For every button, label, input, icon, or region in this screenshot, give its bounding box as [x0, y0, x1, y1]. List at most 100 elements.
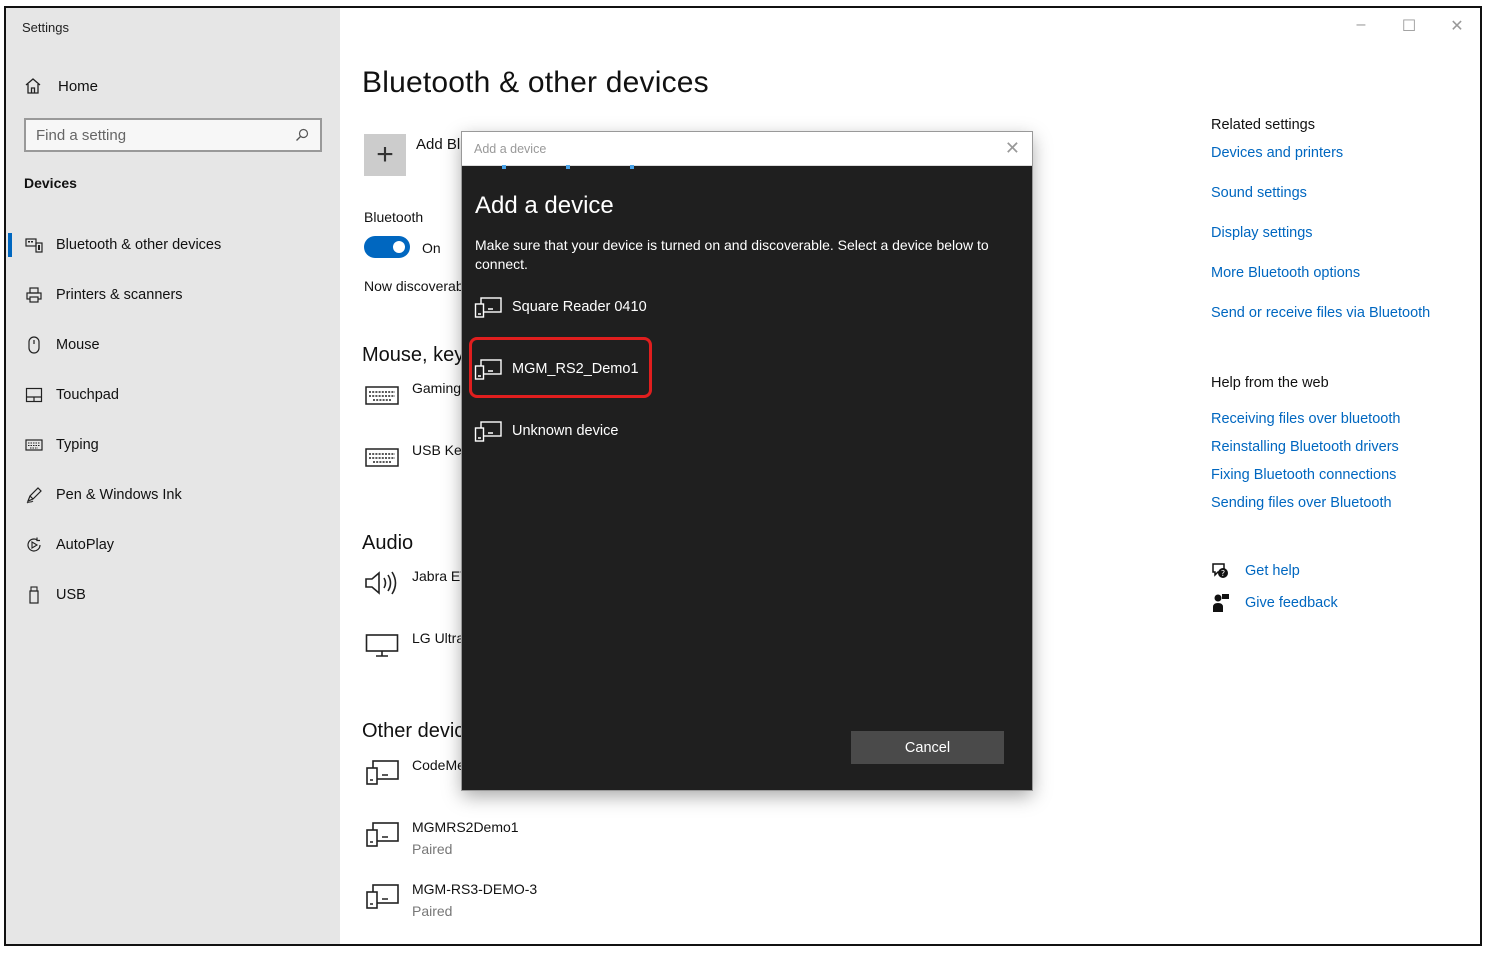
- device-row[interactable]: USB Key: [364, 442, 469, 472]
- sidebar-item-label: Bluetooth & other devices: [56, 237, 222, 253]
- sidebar-item-label: Pen & Windows Ink: [56, 487, 182, 503]
- sidebar-item-label: Mouse: [56, 337, 100, 353]
- monitor-icon: [364, 630, 400, 660]
- device-name: LG Ultra: [412, 630, 465, 646]
- add-device-dialog: Add a device ✕ Add a device Make sure th…: [462, 132, 1032, 790]
- device-icon: [474, 419, 502, 443]
- sidebar-item-autoplay[interactable]: AutoPlay: [6, 527, 340, 563]
- get-help-label: Get help: [1245, 563, 1300, 579]
- sidebar-item-bluetooth[interactable]: Bluetooth & other devices: [6, 227, 340, 263]
- device-row[interactable]: MGMRS2Demo1 Paired: [364, 819, 519, 857]
- sidebar-item-printers[interactable]: Printers & scanners: [6, 277, 340, 313]
- bluetooth-label: Bluetooth: [364, 209, 424, 225]
- device-name: MGM-RS3-DEMO-3: [412, 881, 538, 897]
- related-settings-heading: Related settings: [1211, 117, 1315, 133]
- device-row[interactable]: Jabra EV: [364, 568, 470, 598]
- progress-dots: [462, 165, 1032, 169]
- speaker-icon: [364, 568, 400, 598]
- dialog-device-item[interactable]: Square Reader 0410: [474, 292, 647, 322]
- device-row[interactable]: CodeMe: [364, 757, 465, 787]
- link-reinstalling-drivers[interactable]: Reinstalling Bluetooth drivers: [1211, 439, 1399, 455]
- search-box[interactable]: [24, 118, 322, 152]
- device-icon: [364, 881, 400, 911]
- page-title: Bluetooth & other devices: [362, 66, 709, 99]
- dialog-heading: Add a device: [475, 192, 614, 219]
- usb-icon: [24, 585, 44, 605]
- home-icon: [24, 77, 44, 95]
- sidebar-item-typing[interactable]: Typing: [6, 427, 340, 463]
- touchpad-icon: [24, 385, 44, 405]
- sidebar-item-label: Typing: [56, 437, 99, 453]
- sidebar-item-mouse[interactable]: Mouse: [6, 327, 340, 363]
- link-more-bluetooth-options[interactable]: More Bluetooth options: [1211, 265, 1360, 281]
- device-icon: [474, 295, 502, 319]
- nav-home-label: Home: [58, 77, 99, 95]
- link-fixing-connections[interactable]: Fixing Bluetooth connections: [1211, 467, 1396, 483]
- sidebar: Settings Home Devices Bluetooth & other …: [6, 8, 340, 944]
- autoplay-icon: [24, 535, 44, 555]
- device-status: Paired: [412, 841, 453, 857]
- printer-icon: [24, 285, 44, 305]
- bluetooth-toggle[interactable]: [364, 236, 410, 258]
- link-send-receive-files[interactable]: Send or receive files via Bluetooth: [1211, 305, 1430, 321]
- link-devices-and-printers[interactable]: Devices and printers: [1211, 145, 1343, 161]
- give-feedback-label: Give feedback: [1245, 595, 1338, 611]
- pen-icon: [24, 485, 44, 505]
- discoverable-text: Now discoverab: [364, 278, 464, 294]
- device-name: Jabra EV: [412, 568, 470, 584]
- app-title: Settings: [22, 20, 69, 35]
- get-help-link[interactable]: ? Get help: [1211, 561, 1300, 581]
- settings-window: Settings Home Devices Bluetooth & other …: [4, 6, 1482, 946]
- sidebar-item-label: USB: [56, 587, 86, 603]
- keyboard-icon: [24, 435, 44, 455]
- selection-highlight-box: [469, 337, 652, 398]
- dialog-device-item[interactable]: Unknown device: [474, 416, 618, 446]
- nav-home[interactable]: Home: [24, 74, 98, 98]
- sidebar-item-label: Printers & scanners: [56, 287, 183, 303]
- device-icon: [364, 757, 400, 787]
- keyboard-icon: [364, 380, 400, 410]
- device-status: Paired: [412, 903, 453, 919]
- give-feedback-link[interactable]: Give feedback: [1211, 593, 1338, 613]
- group-title-other-devices: Other devic: [362, 720, 465, 742]
- device-row[interactable]: Gaming: [364, 380, 461, 410]
- dialog-device-name: Unknown device: [512, 423, 619, 439]
- window-controls: – ☐ ✕: [1350, 16, 1468, 36]
- svg-text:?: ?: [1221, 569, 1225, 578]
- sidebar-item-label: AutoPlay: [56, 537, 115, 553]
- feedback-icon: [1211, 593, 1231, 613]
- group-title-audio: Audio: [362, 532, 414, 554]
- sidebar-item-label: Touchpad: [56, 387, 119, 403]
- bluetooth-devices-icon: [24, 235, 44, 255]
- device-name: Gaming: [412, 380, 462, 396]
- link-receiving-files[interactable]: Receiving files over bluetooth: [1211, 411, 1400, 427]
- help-heading: Help from the web: [1211, 375, 1329, 391]
- get-help-icon: ?: [1211, 561, 1231, 581]
- cancel-button[interactable]: Cancel: [851, 731, 1004, 764]
- link-sound-settings[interactable]: Sound settings: [1211, 185, 1307, 201]
- add-device-label[interactable]: Add Bl: [416, 136, 460, 153]
- sidebar-item-pen[interactable]: Pen & Windows Ink: [6, 477, 340, 513]
- dialog-description: Make sure that your device is turned on …: [475, 237, 989, 272]
- keyboard-icon: [364, 442, 400, 472]
- dialog-titlebar: Add a device ✕: [462, 132, 1032, 169]
- device-icon: [364, 819, 400, 849]
- link-display-settings[interactable]: Display settings: [1211, 225, 1313, 241]
- search-input[interactable]: [36, 126, 294, 144]
- dialog-window-title: Add a device: [474, 141, 547, 156]
- sidebar-item-touchpad[interactable]: Touchpad: [6, 377, 340, 413]
- maximize-button[interactable]: ☐: [1398, 16, 1420, 36]
- device-row[interactable]: MGM-RS3-DEMO-3 Paired: [364, 881, 537, 919]
- sidebar-item-usb[interactable]: USB: [6, 577, 340, 613]
- dialog-close-icon[interactable]: ✕: [1005, 138, 1020, 159]
- mouse-icon: [24, 335, 44, 355]
- group-title-mouse-keyboard: Mouse, key: [362, 344, 465, 366]
- device-name: USB Key: [412, 442, 469, 458]
- close-button[interactable]: ✕: [1446, 16, 1468, 36]
- search-icon[interactable]: [294, 127, 310, 143]
- minimize-button[interactable]: –: [1350, 16, 1372, 36]
- device-row[interactable]: LG Ultra: [364, 630, 464, 660]
- link-sending-files[interactable]: Sending files over Bluetooth: [1211, 495, 1392, 511]
- add-device-button[interactable]: +: [364, 134, 406, 176]
- section-label-devices: Devices: [24, 175, 77, 191]
